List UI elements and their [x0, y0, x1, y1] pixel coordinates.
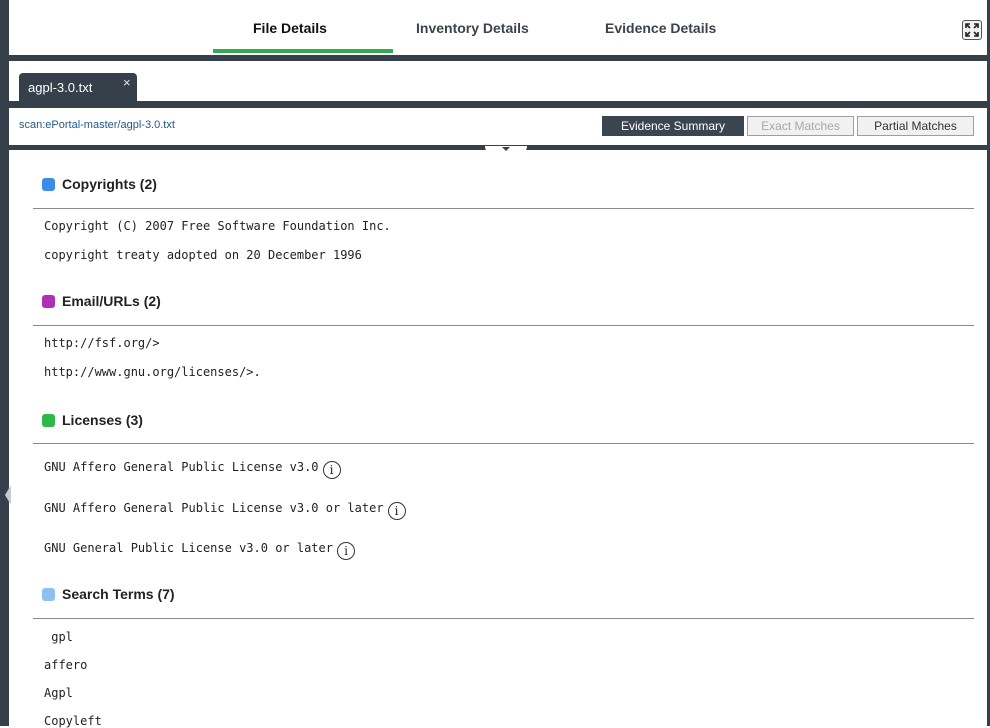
file-tab-label: agpl-3.0.txt	[28, 80, 93, 95]
email-urls-color-marker	[42, 295, 55, 308]
licenses-title: Licenses (3)	[62, 412, 143, 428]
exact-matches-button[interactable]: Exact Matches	[747, 116, 854, 136]
list-item: http://www.gnu.org/licenses/>.	[44, 365, 261, 379]
file-strip-divider	[9, 101, 987, 108]
licenses-heading: Licenses (3)	[42, 412, 143, 428]
left-frame-border	[0, 0, 9, 726]
close-icon[interactable]: ×	[123, 75, 131, 90]
open-files-strip: agpl-3.0.txt ×	[9, 61, 987, 101]
list-item: gpl	[44, 630, 73, 644]
license-item: GNU General Public License v3.0 or later…	[44, 541, 355, 560]
expand-left-panel-handle[interactable]	[5, 485, 11, 505]
section-divider	[33, 443, 974, 444]
email-urls-heading: Email/URLs (2)	[42, 293, 161, 309]
license-item: GNU Affero General Public License v3.0 o…	[44, 501, 406, 520]
list-item: affero	[44, 658, 88, 672]
license-name: GNU Affero General Public License v3.0	[44, 460, 319, 474]
search-terms-heading: Search Terms (7)	[42, 586, 175, 602]
copyrights-title: Copyrights (2)	[62, 176, 157, 192]
details-tab-bar: File Details Inventory Details Evidence …	[9, 0, 987, 55]
tab-evidence-details[interactable]: Evidence Details	[605, 20, 716, 36]
evidence-summary-button[interactable]: Evidence Summary	[602, 116, 744, 136]
partial-matches-button[interactable]: Partial Matches	[857, 116, 974, 136]
list-item: Agpl	[44, 686, 73, 700]
tab-inventory-details[interactable]: Inventory Details	[416, 20, 529, 36]
copyrights-color-marker	[42, 178, 55, 191]
info-icon[interactable]: i	[387, 502, 406, 520]
copyrights-heading: Copyrights (2)	[42, 176, 157, 192]
license-name: GNU Affero General Public License v3.0 o…	[44, 501, 384, 515]
licenses-color-marker	[42, 414, 55, 427]
license-item: GNU Affero General Public License v3.0 i	[44, 460, 341, 479]
maximize-button[interactable]	[962, 20, 982, 40]
list-item: http://fsf.org/>	[44, 336, 160, 350]
section-divider	[33, 618, 974, 619]
maximize-icon	[965, 23, 979, 37]
file-path-bar: scan:ePortal-master/agpl-3.0.txt Evidenc…	[9, 108, 987, 145]
active-tab-indicator	[213, 49, 393, 53]
list-item: copyright treaty adopted on 20 December …	[44, 248, 362, 262]
tab-file-details[interactable]: File Details	[253, 20, 327, 36]
license-name: GNU General Public License v3.0 or later	[44, 541, 333, 555]
collapse-header-handle[interactable]	[485, 146, 527, 155]
search-terms-color-marker	[42, 588, 55, 601]
list-item: Copyright (C) 2007 Free Software Foundat…	[44, 219, 391, 233]
info-icon[interactable]: i	[336, 542, 355, 560]
search-terms-title: Search Terms (7)	[62, 586, 175, 602]
file-path[interactable]: scan:ePortal-master/agpl-3.0.txt	[19, 119, 175, 131]
section-divider	[33, 208, 974, 209]
file-tab[interactable]: agpl-3.0.txt ×	[19, 73, 137, 101]
section-divider	[33, 325, 974, 326]
info-icon[interactable]: i	[322, 461, 341, 479]
email-urls-title: Email/URLs (2)	[62, 293, 161, 309]
